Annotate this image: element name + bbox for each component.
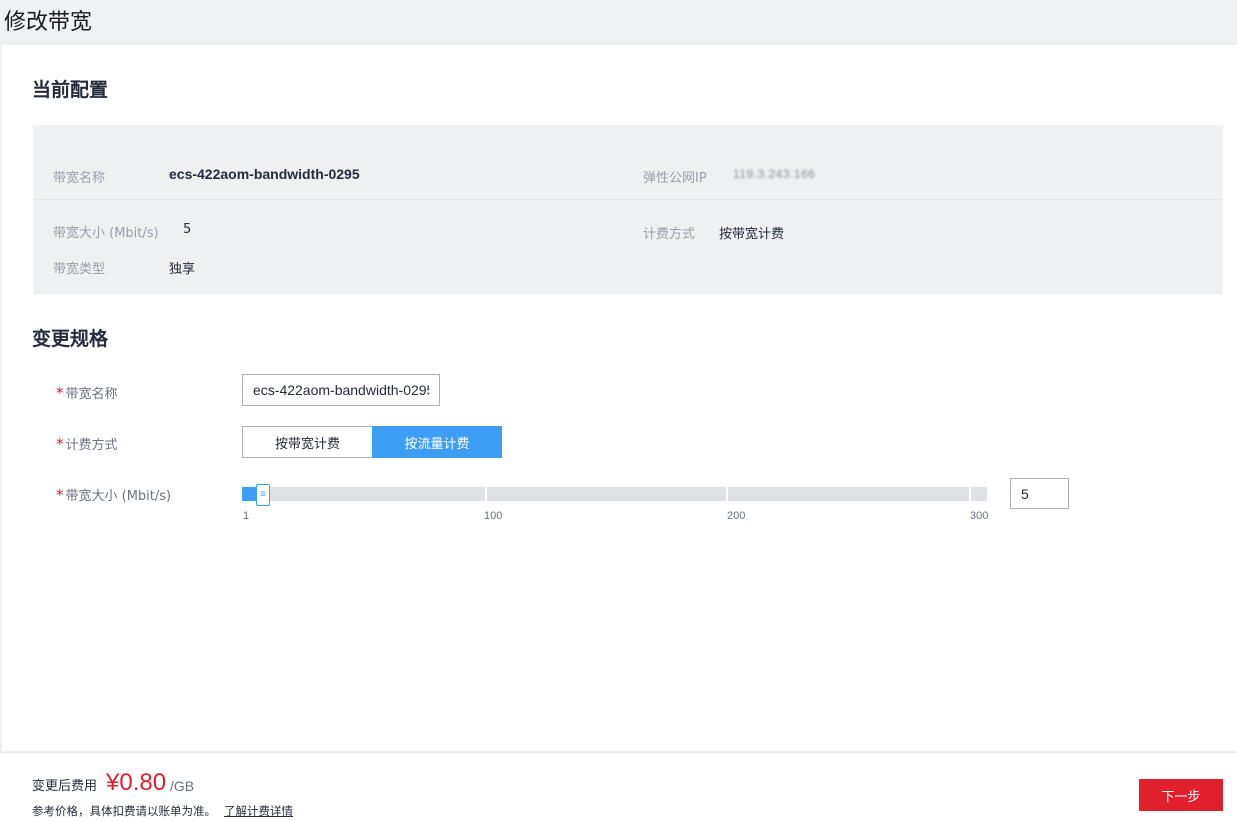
- fee-note: 参考价格，具体扣费请以账单为准。: [32, 804, 216, 818]
- main-panel: 当前配置 带宽名称 ecs-422aom-bandwidth-0295 弹性公网…: [2, 45, 1237, 751]
- slider-tick-label: 300: [970, 510, 989, 522]
- size-field-label: * 带宽大小 (Mbit/s): [56, 485, 171, 504]
- bandwidth-slider-track[interactable]: [242, 487, 987, 501]
- billing-option-by-bandwidth[interactable]: 按带宽计费: [242, 426, 373, 458]
- billing-field-label: * 计费方式: [56, 434, 118, 453]
- bandwidth-size-label: 带宽大小 (Mbit/s): [53, 226, 159, 241]
- fee-label: 变更后费用: [32, 779, 98, 794]
- bandwidth-type-label: 带宽类型: [53, 262, 106, 277]
- bandwidth-name-input[interactable]: [242, 374, 440, 406]
- billing-field-label-text: 计费方式: [65, 438, 118, 453]
- bandwidth-slider-fill: [242, 487, 256, 501]
- next-step-button[interactable]: 下一步: [1139, 779, 1223, 811]
- name-field-label-text: 带宽名称: [65, 387, 118, 402]
- change-spec-title: 变更规格: [32, 328, 109, 350]
- current-config-box: 带宽名称 ecs-422aom-bandwidth-0295 弹性公网IP 11…: [33, 125, 1223, 294]
- bandwidth-name-value: ecs-422aom-bandwidth-0295: [169, 166, 360, 182]
- eip-label: 弹性公网IP: [643, 171, 707, 186]
- required-mark: *: [56, 435, 64, 453]
- slider-separator: [969, 487, 971, 501]
- slider-tick-label: 200: [727, 510, 746, 522]
- size-field-label-text: 带宽大小 (Mbit/s): [65, 489, 172, 504]
- billing-details-link[interactable]: 了解计费详情: [224, 803, 293, 819]
- billing-mode-label: 计费方式: [643, 227, 696, 242]
- bandwidth-size-value: 5: [183, 222, 192, 237]
- bandwidth-type-value: 独享: [169, 262, 196, 277]
- page-header: 修改带宽: [0, 0, 1237, 45]
- bandwidth-slider-handle[interactable]: ≡: [255, 484, 270, 506]
- fee-unit: /GB: [170, 778, 195, 794]
- config-divider: [33, 199, 1223, 200]
- slider-tick-label: 100: [484, 510, 503, 522]
- required-mark: *: [56, 384, 64, 402]
- current-config-title: 当前配置: [32, 79, 109, 101]
- bandwidth-size-input[interactable]: [1010, 478, 1069, 509]
- slider-separator: [485, 487, 487, 501]
- eip-value: 119.3.243.166: [733, 167, 816, 181]
- required-mark: *: [56, 486, 64, 504]
- billing-mode-value: 按带宽计费: [719, 227, 785, 242]
- name-field-label: * 带宽名称: [56, 383, 118, 402]
- slider-tick-label: 1: [243, 510, 250, 522]
- fee-amount: ¥0.80: [106, 769, 167, 796]
- slider-separator: [726, 487, 728, 501]
- price-footer: 变更后费用 ¥0.80 /GB 参考价格，具体扣费请以账单为准。 了解计费详情 …: [0, 752, 1237, 821]
- billing-option-by-traffic[interactable]: 按流量计费: [372, 426, 502, 458]
- bandwidth-name-label: 带宽名称: [53, 171, 106, 186]
- page-title: 修改带宽: [4, 10, 93, 35]
